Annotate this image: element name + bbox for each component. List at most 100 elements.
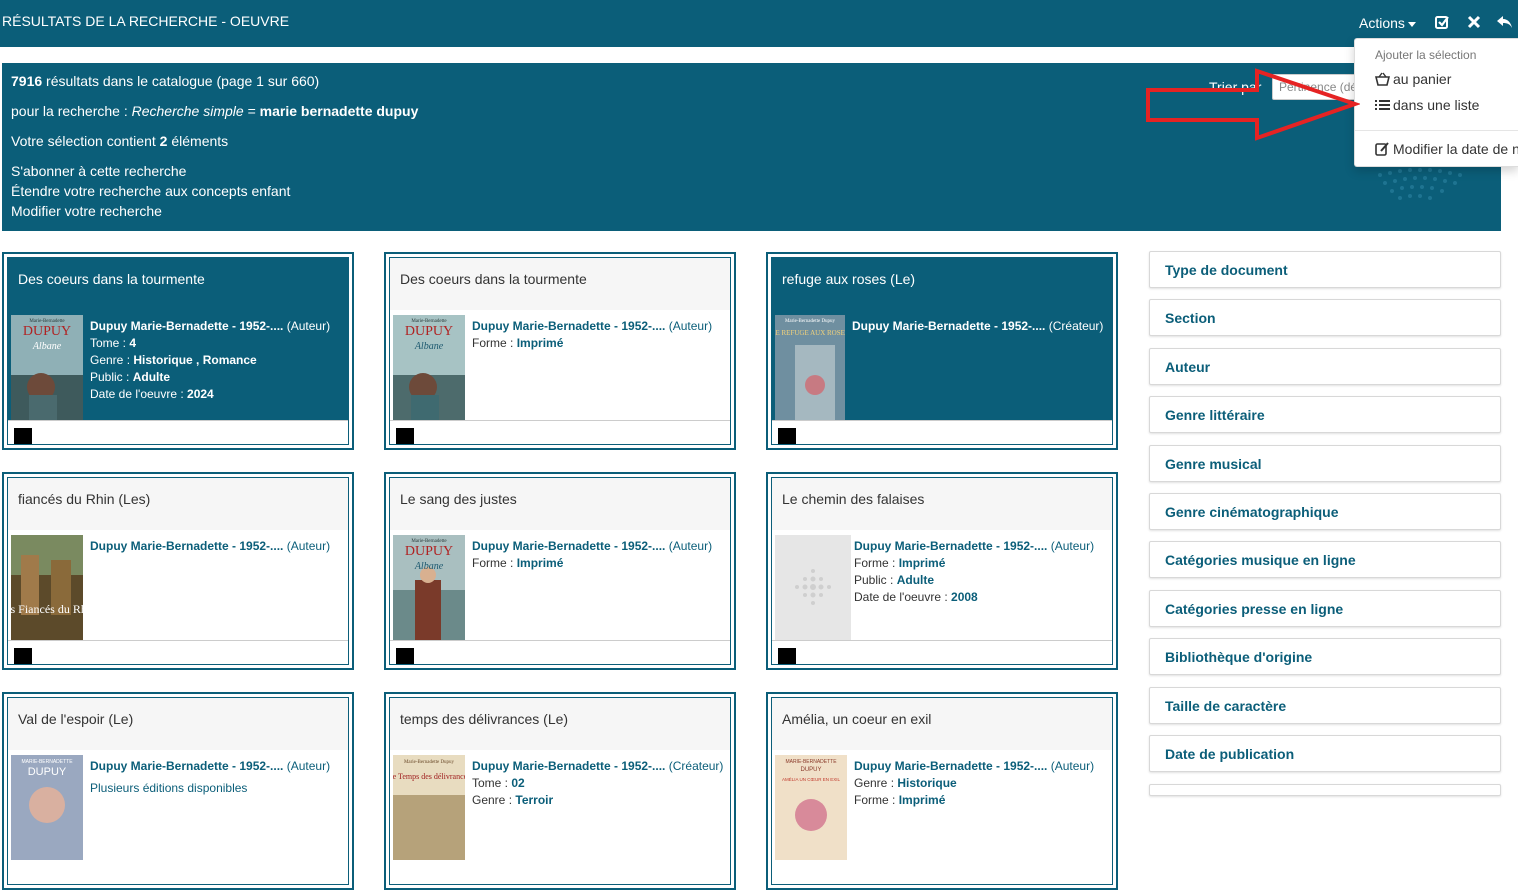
back-arrow-icon[interactable] [1496, 14, 1514, 32]
author-link[interactable]: Dupuy Marie-Bernadette - 1952-.... [854, 539, 1047, 553]
facet-film-genre[interactable]: Genre cinématographique [1149, 493, 1501, 530]
list-icon [1375, 100, 1390, 110]
book-cover[interactable]: Marie-Bernadette DUPUY Albane [11, 315, 83, 420]
book-icon [396, 425, 414, 444]
cover-author-small: MARIE-BERNADETTE [785, 759, 837, 765]
result-card[interactable]: Des coeurs dans la tourmente Marie-Berna… [384, 252, 736, 450]
book-cover[interactable]: Marie-Bernadette DUPUY Albane [393, 315, 465, 420]
dropdown-header: Ajouter la sélection [1375, 48, 1477, 62]
card-title[interactable]: Des coeurs dans la tourmente [400, 271, 587, 287]
author-role: (Auteur) [668, 539, 713, 553]
author-link[interactable]: Dupuy Marie-Bernadette - 1952-.... [854, 759, 1047, 773]
facet-label: Auteur [1165, 359, 1211, 375]
field-value: 02 [511, 776, 525, 790]
book-cover[interactable]: Marie-Bernadette DUPUY Albane [393, 535, 465, 640]
author-link[interactable]: Dupuy Marie-Bernadette - 1952-.... [90, 759, 283, 773]
card-title[interactable]: Le sang des justes [400, 491, 517, 507]
card-title[interactable]: Le chemin des falaises [782, 491, 924, 507]
check-square-icon[interactable] [1434, 14, 1452, 32]
book-icon [778, 645, 796, 664]
facet-label: Taille de caractère [1165, 698, 1287, 714]
card-title[interactable]: Amélia, un coeur en exil [782, 711, 931, 727]
author-link[interactable]: Dupuy Marie-Bernadette - 1952-.... [472, 759, 665, 773]
author-link[interactable]: Dupuy Marie-Bernadette - 1952-.... [90, 319, 283, 333]
result-card[interactable]: Le chemin des falaises Dupuy Marie-Berna… [766, 472, 1118, 670]
facet-literary-genre[interactable]: Genre littéraire [1149, 396, 1501, 433]
card-field: Public : Adulte [90, 370, 171, 384]
add-to-list-item[interactable]: dans une liste [1375, 97, 1479, 113]
card-title[interactable]: Des coeurs dans la tourmente [18, 271, 205, 287]
modify-date-item[interactable]: Modifier la date de n [1375, 141, 1518, 157]
card-footer [390, 420, 730, 444]
page-title: RÉSULTATS DE LA RECHERCHE - OEUVRE [2, 13, 290, 29]
facet-origin-library[interactable]: Bibliothèque d'origine [1149, 638, 1501, 675]
basket-icon [1374, 72, 1391, 86]
card-body: Des coeurs dans la tourmente Marie-Berna… [389, 257, 731, 445]
book-cover[interactable]: Les Fiancés du Rhin [11, 535, 83, 640]
editions-available[interactable]: Plusieurs éditions disponibles [90, 780, 345, 797]
card-header: Le chemin des falaises [772, 478, 1112, 530]
result-card[interactable]: fiancés du Rhin (Les) Les Fiancés du Rhi… [2, 472, 354, 670]
author-link[interactable]: Dupuy Marie-Bernadette - 1952-.... [472, 319, 665, 333]
result-card[interactable]: Des coeurs dans la tourmente Marie-Berna… [2, 252, 354, 450]
book-icon [14, 645, 32, 664]
facet-publication-date[interactable]: Date de publication [1149, 735, 1501, 772]
cover-title: Albane [414, 561, 444, 572]
card-header: Des coeurs dans la tourmente [390, 258, 730, 310]
cover-title: Albane [414, 341, 444, 352]
card-header: Des coeurs dans la tourmente [8, 258, 348, 310]
author-link[interactable]: Dupuy Marie-Bernadette - 1952-.... [852, 319, 1045, 333]
facet-online-music[interactable]: Catégories musique en ligne [1149, 541, 1501, 578]
field-value: Terroir [515, 793, 554, 807]
book-cover[interactable]: MARIE-BERNADETTE DUPUY [11, 755, 83, 860]
book-cover-placeholder[interactable] [775, 535, 851, 640]
result-card[interactable]: Val de l'espoir (Le) MARIE-BERNADETTE DUP… [2, 692, 354, 890]
facet-partial[interactable] [1149, 784, 1501, 796]
author-link[interactable]: Dupuy Marie-Bernadette - 1952-.... [472, 539, 665, 553]
card-title[interactable]: temps des délivrances (Le) [400, 711, 568, 727]
cover-author-name: DUPUY [405, 544, 453, 559]
card-header: temps des délivrances (Le) [390, 698, 730, 750]
book-cover[interactable]: Marie-Bernadette Dupuy Le Temps des déliv… [393, 755, 465, 860]
cover-author-small: Marie-Bernadette Dupuy [785, 319, 836, 324]
add-to-basket-item[interactable]: au panier [1374, 71, 1451, 87]
field-value: Adulte [896, 573, 935, 587]
book-cover[interactable]: Marie-Bernadette Dupuy LE REFUGE AUX ROSE… [775, 315, 845, 420]
field-value: 2008 [951, 590, 978, 604]
card-field: Genre : Terroir [472, 793, 554, 807]
subscribe-link[interactable]: S'abonner à cette recherche [11, 163, 186, 179]
close-icon[interactable] [1466, 14, 1484, 32]
facet-label: Bibliothèque d'origine [1165, 649, 1313, 665]
result-card[interactable]: temps des délivrances (Le) Marie-Bernade… [384, 692, 736, 890]
card-title[interactable]: Val de l'espoir (Le) [18, 711, 133, 727]
cover-title: Albane [32, 341, 62, 352]
card-title[interactable]: refuge aux roses (Le) [782, 271, 915, 287]
extend-search-link[interactable]: Étendre votre recherche aux concepts enf… [11, 183, 290, 199]
card-body: refuge aux roses (Le) Marie-Bernadette D… [771, 257, 1113, 445]
facet-section[interactable]: Section [1149, 299, 1501, 336]
result-card[interactable]: Le sang des justes Marie-Bernadette DUPUY… [384, 472, 736, 670]
cover-title: LE REFUGE AUX ROSES [775, 329, 845, 337]
result-card[interactable]: refuge aux roses (Le) Marie-Bernadette D… [766, 252, 1118, 450]
facet-musical-genre[interactable]: Genre musical [1149, 445, 1501, 482]
card-field: Genre : Historique , Romance [90, 353, 257, 367]
selection-prefix: Votre sélection contient [11, 133, 160, 149]
facet-document-type[interactable]: Type de document [1149, 251, 1501, 288]
facet-font-size[interactable]: Taille de caractère [1149, 687, 1501, 724]
card-title[interactable]: fiancés du Rhin (Les) [18, 491, 150, 507]
facet-author[interactable]: Auteur [1149, 348, 1501, 385]
field-label: Date de l'oeuvre [90, 387, 178, 401]
book-cover[interactable]: MARIE-BERNADETTE DUPUY AMÉLIA UN CŒUR EN E… [775, 755, 847, 860]
facet-online-press[interactable]: Catégories presse en ligne [1149, 590, 1501, 627]
decorative-dots-logo [1378, 168, 1462, 200]
cover-author-name: DUPUY [28, 766, 67, 778]
author-link[interactable]: Dupuy Marie-Bernadette - 1952-.... [90, 539, 283, 553]
card-field: Date de l'oeuvre : 2024 [90, 387, 214, 401]
card-header: Le sang des justes [390, 478, 730, 530]
card-info: Dupuy Marie-Bernadette - 1952-.... (Aute… [90, 758, 345, 797]
card-info: Dupuy Marie-Bernadette - 1952-.... (Aute… [472, 538, 727, 572]
modify-search-link[interactable]: Modifier votre recherche [11, 203, 162, 219]
cover-author-name: DUPUY [23, 324, 71, 339]
result-card[interactable]: Amélia, un coeur en exil MARIE-BERNADETT… [766, 692, 1118, 890]
actions-button[interactable]: Actions [1359, 15, 1416, 31]
